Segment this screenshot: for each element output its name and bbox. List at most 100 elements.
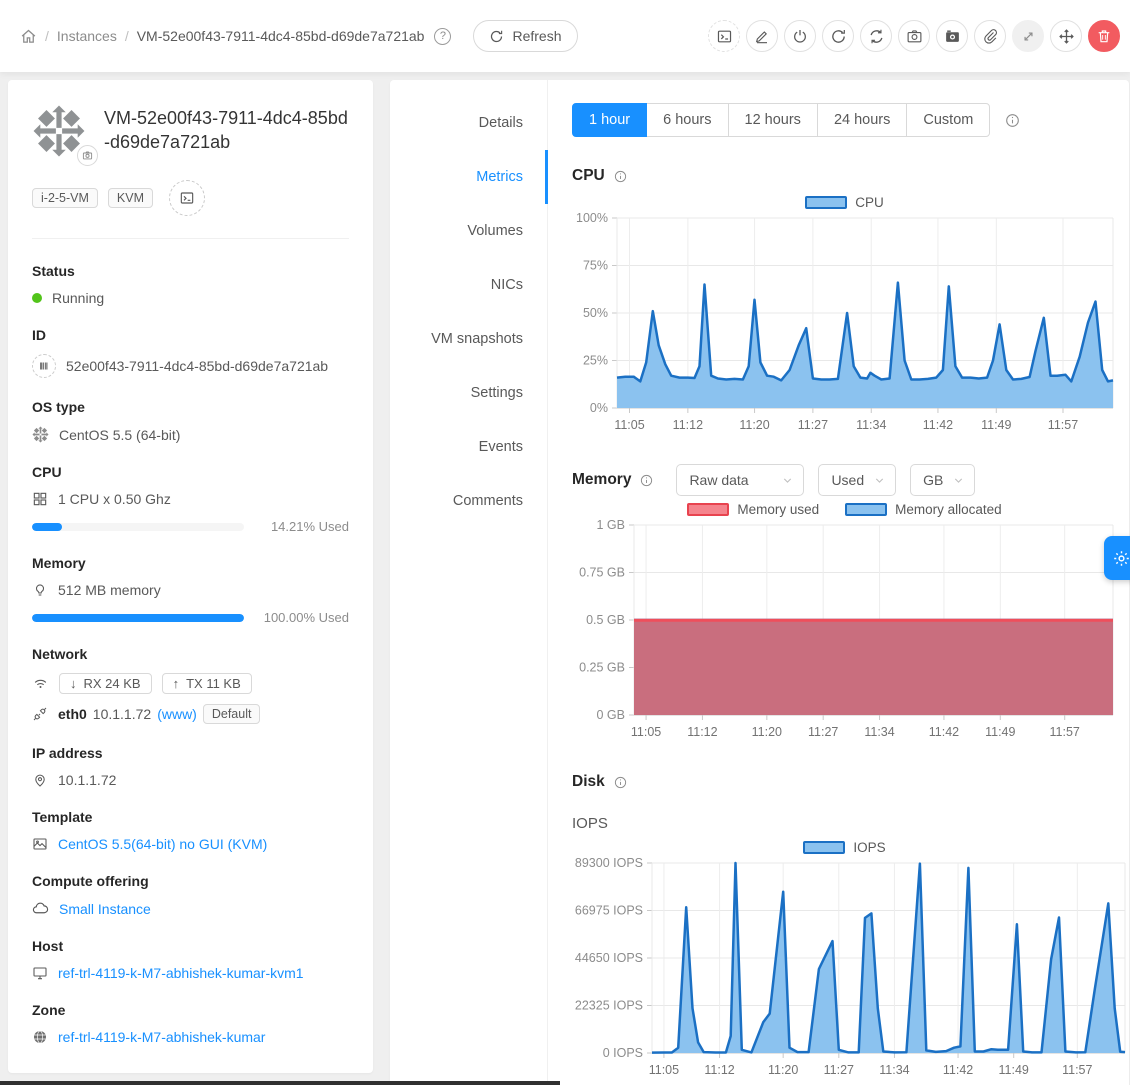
compute-offering-link[interactable]: Small Instance	[59, 901, 151, 917]
instance-title: VM-52e00f43-7911-4dc4-85bd-d69de7a721ab	[104, 104, 349, 158]
tab-metrics[interactable]: Metrics	[390, 150, 547, 204]
reboot-button[interactable]	[822, 20, 854, 52]
svg-text:11:05: 11:05	[631, 725, 661, 739]
settings-gear-button[interactable]	[1104, 536, 1130, 580]
id-section: ID 52e00f43-7911-4dc4-85bd-d69de7a721ab	[32, 327, 349, 378]
svg-text:11:34: 11:34	[879, 1063, 909, 1077]
memory-value: 512 MB memory	[58, 582, 161, 598]
tab-vm-snapshots[interactable]: VM snapshots	[390, 312, 547, 366]
refresh-button[interactable]: Refresh	[473, 20, 577, 52]
tag-hypervisor: KVM	[108, 188, 153, 208]
instance-id: 52e00f43-7911-4dc4-85bd-d69de7a721ab	[66, 358, 328, 374]
memory-usage-bar: 100.00% Used	[32, 610, 349, 625]
tab-events[interactable]: Events	[390, 420, 547, 474]
nic-network-link[interactable]: (www)	[157, 706, 197, 722]
legend-swatch	[805, 196, 847, 209]
svg-text:11:42: 11:42	[929, 725, 959, 739]
reinstall-button[interactable]	[860, 20, 892, 52]
detail-card: DetailsMetricsVolumesNICsVM snapshotsSet…	[390, 80, 1129, 1085]
memory-chart[interactable]: 0 GB0.25 GB0.5 GB0.75 GB1 GB11:0511:1211…	[572, 517, 1117, 745]
range-custom[interactable]: Custom	[906, 103, 990, 137]
globe-icon	[32, 1029, 48, 1045]
svg-text:11:42: 11:42	[923, 418, 953, 432]
console-icon[interactable]	[169, 180, 205, 216]
svg-text:44650 IOPS: 44650 IOPS	[575, 951, 643, 965]
chevron-down-icon	[953, 475, 964, 486]
nic-default-tag: Default	[203, 704, 261, 724]
tab-nics[interactable]: NICs	[390, 258, 547, 312]
tab-settings[interactable]: Settings	[390, 366, 547, 420]
wifi-icon	[32, 675, 49, 692]
location-pin-icon	[32, 772, 48, 788]
barcode-icon	[32, 354, 56, 378]
range-1-hour[interactable]: 1 hour	[572, 103, 647, 137]
cloud-icon	[32, 900, 49, 917]
cpu-value: 1 CPU x 0.50 Ghz	[58, 491, 171, 507]
snapshot-button[interactable]	[898, 20, 930, 52]
legend-swatch	[803, 841, 845, 854]
attach-iso-button[interactable]	[974, 20, 1006, 52]
rx-chip[interactable]: ↓RX 24 KB	[59, 673, 152, 694]
iops-chart-legend[interactable]: IOPS	[572, 840, 1117, 855]
disk-info-icon[interactable]	[613, 775, 628, 790]
template-link[interactable]: CentOS 5.5(64-bit) no GUI (KVM)	[58, 836, 267, 852]
power-button[interactable]	[784, 20, 816, 52]
legend-iops[interactable]: IOPS	[803, 840, 885, 855]
vm-snapshot-button[interactable]	[936, 20, 968, 52]
migrate-button[interactable]	[1050, 20, 1082, 52]
svg-text:11:27: 11:27	[808, 725, 838, 739]
svg-text:1 GB: 1 GB	[597, 518, 626, 532]
memory-unit-select[interactable]: GB	[910, 464, 975, 496]
memory-section: Memory 512 MB memory 100.00% Used	[32, 555, 349, 625]
svg-text:11:12: 11:12	[704, 1063, 734, 1077]
home-icon[interactable]	[20, 28, 37, 45]
svg-text:0.75 GB: 0.75 GB	[579, 566, 625, 580]
monitor-icon	[32, 965, 48, 981]
memory-metric-select[interactable]: Used	[818, 464, 896, 496]
svg-text:11:34: 11:34	[856, 418, 886, 432]
memory-chart-legend[interactable]: Memory used Memory allocated	[572, 502, 1117, 517]
os-logo	[32, 104, 86, 158]
range-24-hours[interactable]: 24 hours	[817, 103, 907, 137]
status-section: Status Running	[32, 263, 349, 306]
cpu-chart-legend[interactable]: CPU	[572, 195, 1117, 210]
metrics-content: 1 hour6 hours12 hours24 hoursCustom CPU …	[548, 80, 1129, 1085]
legend-memory-allocated[interactable]: Memory allocated	[845, 502, 1002, 517]
memory-mode-select[interactable]: Raw data	[676, 464, 804, 496]
cpu-section: CPU 1 CPU x 0.50 Ghz 14.21% Used	[32, 464, 349, 534]
gear-icon	[1112, 549, 1130, 568]
breadcrumb-instances[interactable]: Instances	[57, 28, 117, 44]
zone-link[interactable]: ref-trl-4119-k-M7-abhishek-kumar	[58, 1029, 265, 1045]
svg-text:22325 IOPS: 22325 IOPS	[575, 999, 643, 1013]
legend-memory-used[interactable]: Memory used	[687, 502, 819, 517]
cpu-info-icon[interactable]	[613, 169, 628, 184]
tx-chip[interactable]: ↑TX 11 KB	[162, 673, 252, 694]
range-6-hours[interactable]: 6 hours	[646, 103, 728, 137]
top-header: / Instances / VM-52e00f43-7911-4dc4-85bd…	[0, 0, 1130, 72]
nic-ip: 10.1.1.72	[93, 706, 151, 722]
scale-button[interactable]	[1012, 20, 1044, 52]
range-12-hours[interactable]: 12 hours	[728, 103, 818, 137]
edit-button[interactable]	[746, 20, 778, 52]
reload-icon	[489, 29, 504, 44]
memory-usage-label: 100.00% Used	[264, 610, 349, 625]
question-circle-icon[interactable]: ?	[434, 28, 451, 45]
tab-volumes[interactable]: Volumes	[390, 204, 547, 258]
camera-badge-icon[interactable]	[77, 145, 98, 166]
iops-chart[interactable]: 0 IOPS22325 IOPS44650 IOPS66975 IOPS8930…	[572, 855, 1129, 1083]
tab-comments[interactable]: Comments	[390, 474, 547, 528]
cpu-chart[interactable]: 0%25%50%75%100%11:0511:1211:2011:2711:34…	[572, 210, 1117, 438]
tab-details[interactable]: Details	[390, 96, 547, 150]
memory-chart-title: Memory	[572, 471, 631, 489]
svg-text:11:27: 11:27	[798, 418, 828, 432]
network-section: Network ↓RX 24 KB ↑TX 11 KB eth0 10.1.1.…	[32, 646, 349, 724]
host-link[interactable]: ref-trl-4119-k-M7-abhishek-kumar-kvm1	[58, 965, 304, 981]
cpu-chart-title: CPU	[572, 167, 605, 185]
legend-cpu[interactable]: CPU	[805, 195, 884, 210]
info-icon[interactable]	[1004, 112, 1021, 129]
destroy-button[interactable]	[1088, 20, 1120, 52]
console-button[interactable]	[708, 20, 740, 52]
centos-small-icon	[32, 426, 49, 443]
svg-text:25%: 25%	[583, 354, 608, 368]
memory-info-icon[interactable]	[639, 473, 654, 488]
